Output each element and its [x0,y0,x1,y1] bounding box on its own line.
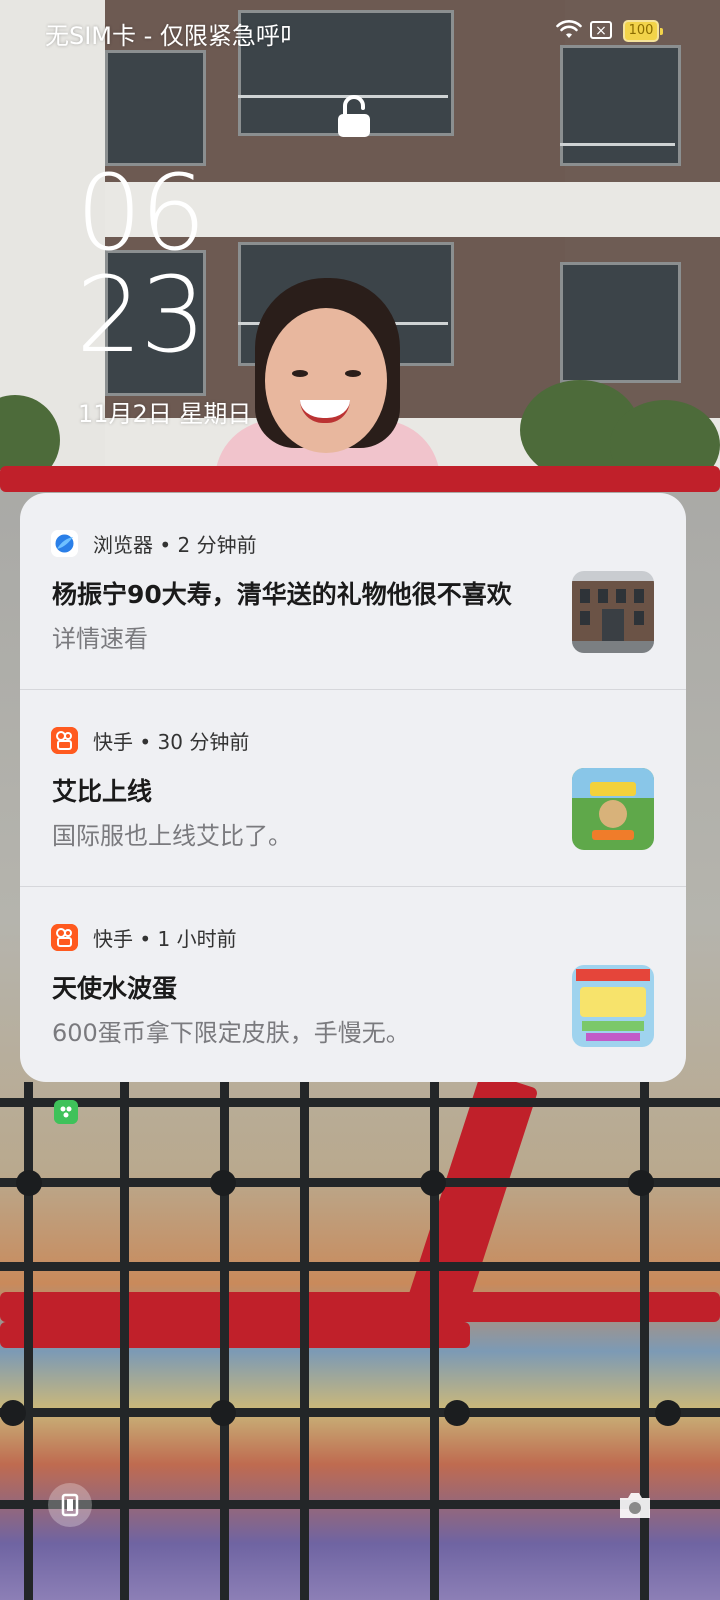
battery-level: 100 [628,23,654,38]
notification-thumbnail [572,768,654,850]
app-badge-icon [54,1100,78,1124]
notification-panel: 浏览器 • 2 分钟前 杨振宁90大寿，清华送的礼物他很不喜欢 详情速看 快手 … [20,493,686,1082]
browser-icon [51,530,78,557]
clock-hour: 06 [76,152,206,274]
clock-minute: 23 [76,254,206,376]
kuaishou-icon [51,924,78,951]
notification-app-meta: 快手 • 1 小时前 [93,927,237,951]
notification-app-meta: 快手 • 30 分钟前 [93,730,250,754]
notification-body: 详情速看 [52,625,148,653]
notification-body: 国际服也上线艾比了。 [52,822,292,850]
wallet-shortcut-icon[interactable] [47,1482,93,1528]
notification-title: 天使水波蛋 [52,974,178,1003]
notification-browser[interactable]: 浏览器 • 2 分钟前 杨振宁90大寿，清华送的礼物他很不喜欢 详情速看 [20,493,686,689]
notification-title: 艾比上线 [52,777,153,806]
notification-body: 600蛋币拿下限定皮肤，手慢无。 [52,1019,410,1047]
unlock-icon[interactable] [337,94,371,138]
notification-app-meta: 浏览器 • 2 分钟前 [93,533,257,557]
wifi-icon [556,20,582,38]
notification-thumbnail [572,571,654,653]
notification-thumbnail [572,965,654,1047]
kuaishou-icon [51,727,78,754]
camera-shortcut-icon[interactable] [612,1482,658,1528]
no-sim-icon: × [590,21,612,39]
notification-kuaishou-1[interactable]: 快手 • 30 分钟前 艾比上线 国际服也上线艾比了。 [20,690,686,886]
status-bar: 无SIM卡 - 仅限紧急呼叫 × 100 [0,0,720,62]
battery-icon: 100 [623,20,663,42]
lockscreen-clock: 06 23 [76,152,206,376]
notification-title: 杨振宁90大寿，清华送的礼物他很不喜欢 [52,580,512,609]
lockscreen-date: 11月2日 星期日 [78,400,252,428]
carrier-status-text: 无SIM卡 - 仅限紧急呼叫 [45,22,290,50]
notification-kuaishou-2[interactable]: 快手 • 1 小时前 天使水波蛋 600蛋币拿下限定皮肤，手慢无。 [20,887,686,1082]
